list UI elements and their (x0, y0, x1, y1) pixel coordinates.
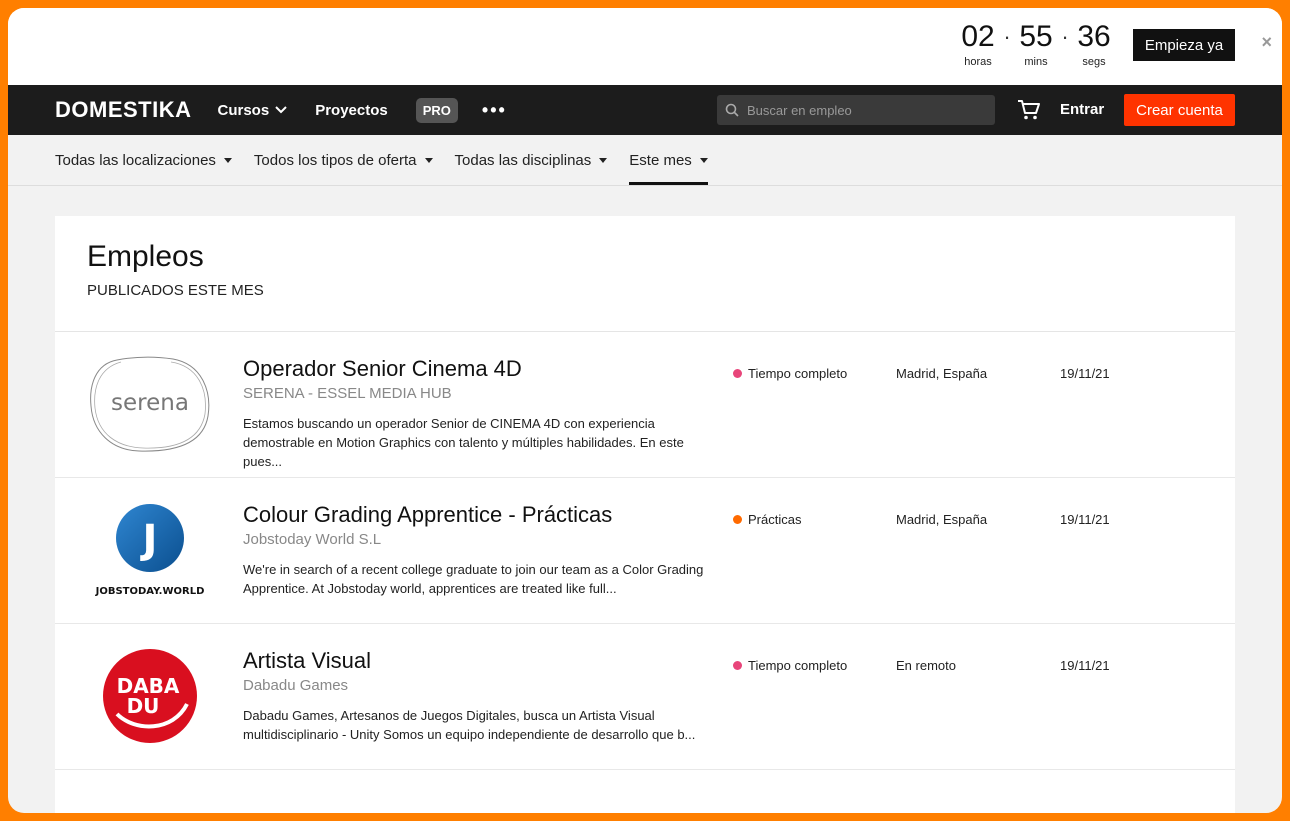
chevron-down-icon (275, 106, 287, 114)
filter-location[interactable]: Todas las localizaciones (55, 135, 232, 185)
domestika-logo[interactable]: DOMESTIKA (55, 97, 192, 123)
more-icon[interactable]: ••• (482, 100, 507, 121)
job-description: Dabadu Games, Artesanos de Juegos Digita… (243, 708, 696, 742)
company-logo[interactable]: DABA DU (87, 646, 213, 746)
mins-value: 55 (1019, 20, 1053, 53)
job-title[interactable]: Artista Visual (243, 648, 371, 674)
login-link[interactable]: Entrar (1060, 101, 1104, 118)
job-location: Madrid, España (896, 366, 988, 381)
main-nav: DOMESTIKA Cursos Proyectos PRO ••• Entra… (8, 85, 1282, 135)
job-date: 19/11/21 (1060, 658, 1110, 673)
nav-courses-label: Cursos (217, 101, 270, 119)
company-logo[interactable]: J JOBSTODAY.WORLD (87, 500, 213, 600)
timer-separator: · (1003, 24, 1011, 49)
filter-label: Este mes (629, 151, 692, 169)
timer-secs: 36 segs (1072, 20, 1116, 68)
nav-projects[interactable]: Proyectos (315, 102, 388, 119)
job-item[interactable]: serena Operador Senior Cinema 4D SERENA … (55, 332, 1235, 478)
job-description: Estamos buscando un operador Senior de C… (243, 416, 684, 469)
filter-date[interactable]: Este mes (629, 135, 708, 185)
type-dot-icon (733, 661, 742, 670)
job-type-label: Tiempo completo (748, 658, 848, 673)
promo-bar: 02 horas · 55 mins · 36 segs Empieza ya … (8, 8, 1282, 85)
serena-logo-icon: serena (90, 356, 210, 452)
search-input[interactable] (747, 102, 987, 118)
job-company[interactable]: Dabadu Games (243, 677, 348, 694)
caret-down-icon (424, 157, 433, 163)
filter-discipline[interactable]: Todas las disciplinas (455, 135, 608, 185)
job-item[interactable]: J JOBSTODAY.WORLD Colour Grading Apprent… (55, 478, 1235, 624)
cart-icon[interactable] (1017, 99, 1041, 121)
type-dot-icon (733, 515, 742, 524)
job-location: En remoto (896, 658, 956, 673)
logo-letter: J (140, 517, 158, 563)
browser-frame: 02 horas · 55 mins · 36 segs Empieza ya … (8, 8, 1282, 813)
job-date: 19/11/21 (1060, 366, 1110, 381)
page-title: Empleos (87, 240, 204, 273)
filter-label: Todas las localizaciones (55, 151, 216, 169)
filter-label: Todas las disciplinas (454, 151, 592, 169)
logo-text: serena (111, 390, 189, 416)
hours-value: 02 (961, 20, 995, 53)
filter-label: Todos los tipos de oferta (253, 151, 417, 169)
caret-down-icon (699, 157, 708, 163)
timer-hours: 02 horas (956, 20, 1000, 68)
jobstoday-logo-icon: J JOBSTODAY.WORLD (95, 504, 205, 597)
job-location: Madrid, España (896, 512, 988, 527)
mins-label: mins (1024, 56, 1048, 68)
job-date: 19/11/21 (1060, 512, 1110, 527)
logo-caption: JOBSTODAY.WORLD (95, 586, 205, 597)
panel-header: Empleos PUBLICADOS ESTE MES (55, 216, 1235, 332)
page-subtitle: PUBLICADOS ESTE MES (87, 282, 264, 299)
close-icon[interactable]: × (1261, 32, 1272, 53)
create-account-button[interactable]: Crear cuenta (1124, 94, 1235, 126)
secs-value: 36 (1077, 20, 1111, 53)
start-now-button[interactable]: Empieza ya (1133, 29, 1235, 61)
hours-label: horas (964, 56, 992, 68)
job-item[interactable]: DABA DU Artista Visual Dabadu Games Daba… (55, 624, 1235, 770)
job-title[interactable]: Operador Senior Cinema 4D (243, 356, 522, 382)
job-type: Prácticas (733, 512, 801, 527)
job-company[interactable]: Jobstoday World S.L (243, 531, 381, 548)
job-company[interactable]: SERENA - ESSEL MEDIA HUB (243, 385, 452, 402)
filter-bar: Todas las localizaciones Todos los tipos… (8, 135, 1282, 186)
pro-badge[interactable]: PRO (415, 97, 458, 123)
secs-label: segs (1082, 56, 1106, 68)
caret-down-icon (223, 157, 232, 163)
job-description: We're in search of a recent college grad… (243, 562, 704, 596)
nav-courses[interactable]: Cursos (218, 102, 288, 119)
job-title[interactable]: Colour Grading Apprentice - Prácticas (243, 502, 612, 528)
filter-offer-type[interactable]: Todos los tipos de oferta (254, 135, 433, 185)
timer-mins: 55 mins (1014, 20, 1058, 68)
caret-down-icon (599, 157, 608, 163)
timer-separator: · (1061, 24, 1069, 49)
logo-line-2: DU (127, 694, 160, 718)
job-type: Tiempo completo (733, 658, 847, 673)
search-icon (725, 103, 739, 117)
job-type-label: Tiempo completo (748, 366, 848, 381)
job-type: Tiempo completo (733, 366, 847, 381)
job-type-label: Prácticas (748, 512, 802, 527)
company-logo[interactable]: serena (87, 354, 213, 454)
jobs-panel: Empleos PUBLICADOS ESTE MES serena Opera… (55, 216, 1235, 813)
search-box[interactable] (717, 95, 995, 125)
countdown-timer: 02 horas · 55 mins · 36 segs (956, 20, 1116, 68)
dabadu-logo-icon: DABA DU (103, 649, 197, 743)
type-dot-icon (733, 369, 742, 378)
